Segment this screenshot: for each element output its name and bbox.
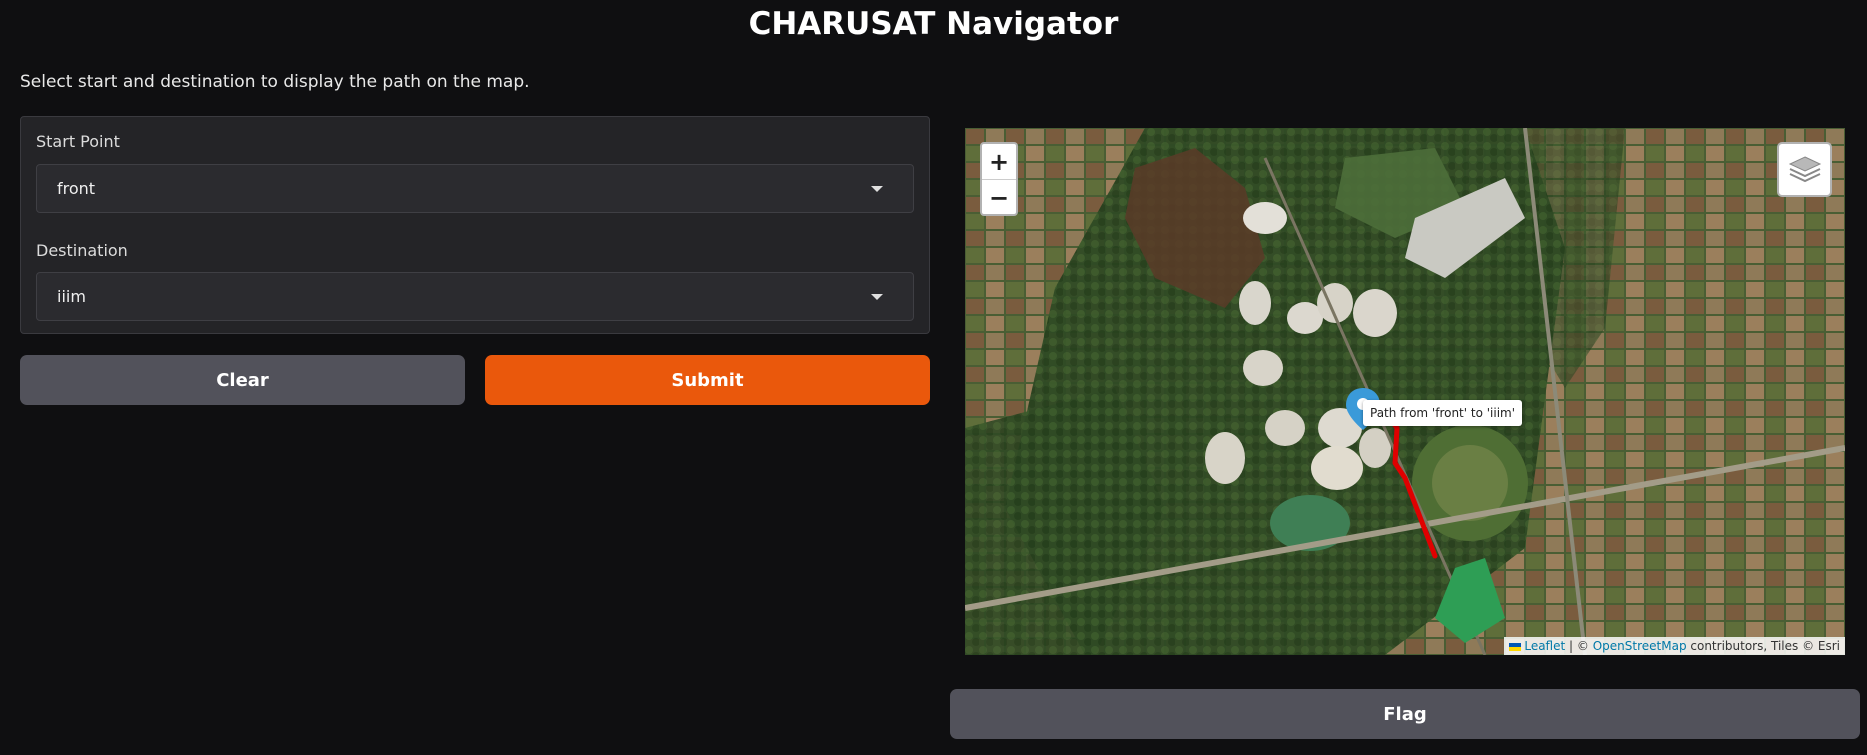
openstreetmap-link[interactable]: OpenStreetMap bbox=[1593, 639, 1687, 653]
attribution-text: contributors, Tiles © Esri bbox=[1690, 639, 1840, 653]
destination-dropdown[interactable]: iiim bbox=[36, 272, 914, 321]
flag-button[interactable]: Flag bbox=[950, 689, 1860, 739]
submit-button[interactable]: Submit bbox=[485, 355, 930, 405]
clear-button[interactable]: Clear bbox=[20, 355, 465, 405]
page-title: CHARUSAT Navigator bbox=[748, 6, 1119, 42]
start-point-label: Start Point bbox=[36, 132, 120, 151]
page-subtitle: Select start and destination to display … bbox=[20, 72, 530, 92]
leaflet-link[interactable]: Leaflet bbox=[1524, 639, 1565, 653]
ukraine-flag-icon bbox=[1509, 642, 1522, 651]
destination-value: iiim bbox=[57, 287, 86, 306]
destination-label: Destination bbox=[36, 241, 128, 260]
zoom-out-button[interactable]: − bbox=[982, 180, 1016, 214]
map-attribution: Leaflet | © OpenStreetMap contributors, … bbox=[1504, 637, 1845, 655]
chevron-down-icon bbox=[871, 186, 883, 192]
satellite-imagery bbox=[965, 128, 1845, 655]
zoom-control: + − bbox=[980, 142, 1018, 216]
chevron-down-icon bbox=[871, 294, 883, 300]
map-view[interactable]: + − Path from 'front' to 'iiim' Leaflet … bbox=[965, 128, 1845, 655]
layers-control[interactable] bbox=[1777, 142, 1832, 197]
start-point-dropdown[interactable]: front bbox=[36, 164, 914, 213]
start-point-value: front bbox=[57, 179, 96, 198]
path-tooltip: Path from 'front' to 'iiim' bbox=[1363, 400, 1523, 426]
form-panel: Start Point front Destination iiim bbox=[20, 116, 930, 334]
zoom-in-button[interactable]: + bbox=[982, 144, 1016, 180]
attribution-separator: | © bbox=[1569, 639, 1589, 653]
layers-icon bbox=[1788, 155, 1821, 182]
